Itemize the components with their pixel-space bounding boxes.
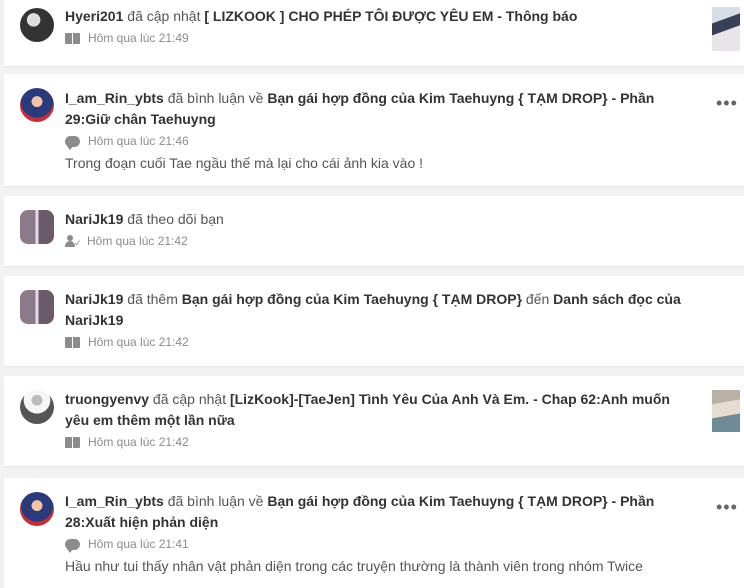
username-link[interactable]: NariJk19 — [65, 291, 123, 307]
action-text: đã thêm — [127, 291, 178, 307]
action-text: đã bình luận về — [167, 493, 264, 509]
action-text: đã theo dõi bạn — [127, 211, 224, 227]
avatar[interactable] — [20, 290, 54, 324]
avatar[interactable] — [20, 8, 54, 42]
timestamp: Hôm qua lúc 21:49 — [88, 31, 189, 45]
timestamp: Hôm qua lúc 21:46 — [88, 134, 189, 148]
story-link[interactable]: Bạn gái hợp đồng của Kim Taehuyng { TẠM … — [182, 291, 522, 307]
action-text: đã cập nhật — [127, 8, 201, 24]
timestamp-row: Hôm qua lúc 21:46 — [65, 133, 688, 150]
comment-icon — [65, 538, 80, 553]
notification-headline: I_am_Rin_ybts đã bình luận về Bạn gái hợ… — [65, 88, 688, 130]
book-icon — [65, 32, 80, 44]
notification-headline: truongyenvy đã cập nhật [LizKook]-[TaeJe… — [65, 389, 688, 431]
story-cover-thumbnail[interactable] — [712, 390, 740, 432]
comment-text: Trong đoạn cuối Tae ngầu thế mà lại cho … — [65, 155, 424, 171]
notification-headline: I_am_Rin_ybts đã bình luận về Bạn gái hợ… — [65, 491, 688, 533]
action-text: đã bình luận về — [167, 90, 264, 106]
story-link[interactable]: [ LIZKOOK ] CHO PHÉP TÔI ĐƯỢC YÊU EM - T… — [204, 8, 577, 24]
timestamp: Hôm qua lúc 21:42 — [87, 234, 188, 248]
username-link[interactable]: I_am_Rin_ybts — [65, 90, 164, 106]
action-text: đến — [525, 291, 550, 307]
notification-card[interactable]: truongyenvy đã cập nhật [LizKook]-[TaeJe… — [4, 376, 744, 466]
notification-headline: NariJk19 đã theo dõi bạn — [65, 209, 688, 230]
book-icon — [65, 436, 80, 448]
book-icon — [65, 336, 80, 348]
avatar[interactable] — [20, 88, 54, 122]
timestamp-row: Hôm qua lúc 21:42 — [65, 334, 688, 350]
notification-card[interactable]: Hyeri201 đã cập nhật [ LIZKOOK ] CHO PHÉ… — [4, 0, 744, 66]
timestamp-row: Hôm qua lúc 21:49 — [65, 30, 688, 46]
notification-card[interactable]: NariJk19 đã thêm Bạn gái hợp đồng của Ki… — [4, 276, 744, 366]
avatar[interactable] — [20, 210, 54, 244]
timestamp: Hôm qua lúc 21:42 — [88, 435, 189, 449]
notification-card[interactable]: I_am_Rin_ybts đã bình luận về Bạn gái hợ… — [4, 74, 744, 186]
comment-text: Hầu như tui thấy nhân vật phản diện tron… — [65, 558, 643, 574]
avatar[interactable] — [20, 390, 54, 424]
avatar[interactable] — [20, 492, 54, 526]
timestamp: Hôm qua lúc 21:42 — [88, 335, 189, 349]
username-link[interactable]: truongyenvy — [65, 391, 149, 407]
notification-card[interactable]: NariJk19 đã theo dõi bạn ✓ Hôm qua lúc 2… — [4, 196, 744, 266]
notification-headline: Hyeri201 đã cập nhật [ LIZKOOK ] CHO PHÉ… — [65, 6, 688, 27]
timestamp-row: Hôm qua lúc 21:41 — [65, 536, 688, 553]
username-link[interactable]: Hyeri201 — [65, 8, 123, 24]
story-cover-thumbnail[interactable] — [712, 7, 740, 51]
more-options-button[interactable]: ••• — [716, 498, 737, 518]
action-text: đã cập nhật — [152, 391, 227, 407]
timestamp-row: Hôm qua lúc 21:42 — [65, 434, 688, 450]
username-link[interactable]: NariJk19 — [65, 211, 123, 227]
comment-icon — [65, 135, 80, 150]
notification-headline: NariJk19 đã thêm Bạn gái hợp đồng của Ki… — [65, 289, 688, 331]
timestamp-row: ✓ Hôm qua lúc 21:42 — [65, 233, 688, 249]
username-link[interactable]: I_am_Rin_ybts — [65, 493, 164, 509]
follow-icon: ✓ — [65, 235, 82, 248]
timestamp: Hôm qua lúc 21:41 — [88, 537, 189, 551]
more-options-button[interactable]: ••• — [716, 94, 737, 114]
